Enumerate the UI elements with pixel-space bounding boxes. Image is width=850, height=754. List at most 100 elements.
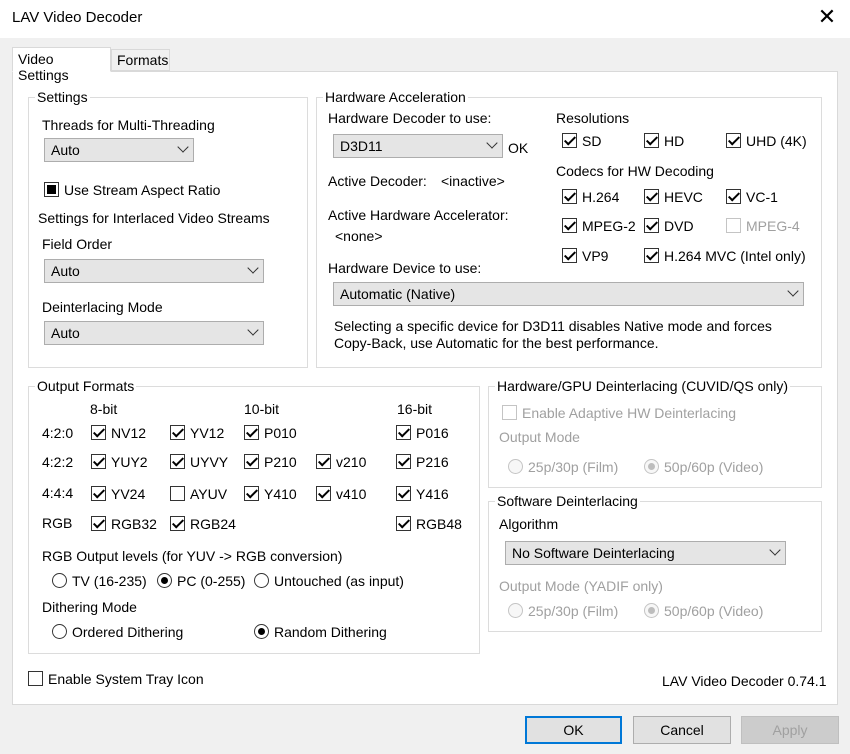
hw-device-select[interactable]: Automatic (Native) [333,282,804,306]
tab-video-settings[interactable]: Video Settings [12,47,111,83]
yuy2-checkbox[interactable] [91,454,106,469]
deinterlacing-mode-select[interactable]: Auto [44,321,264,345]
sw-film-label: 25p/30p (Film) [528,603,619,619]
pc-radio[interactable] [157,573,172,588]
untouched-label: Untouched (as input) [274,573,404,589]
p216-checkbox[interactable] [396,454,411,469]
field-order-select[interactable]: Auto [44,259,264,283]
y410-checkbox[interactable] [244,486,259,501]
tab-formats[interactable]: Formats [111,49,170,71]
tray-icon-checkbox[interactable] [28,671,43,686]
col-8bit-label: 8-bit [90,401,118,417]
hw-film-radio[interactable] [508,459,523,474]
sw-video-radio[interactable] [644,603,659,618]
codec-h264-label: H.264 [582,189,620,205]
ayuv-checkbox[interactable] [170,486,185,501]
yv24-label: YV24 [111,486,146,502]
codec-mpeg2-label: MPEG-2 [582,218,636,234]
active-decoder-label: Active Decoder: [328,173,427,189]
ok-button[interactable]: OK [525,716,622,744]
random-dither-radio[interactable] [254,624,269,639]
row-444-label: 4:4:4 [42,485,74,501]
res-hd-label: HD [664,133,685,149]
resolutions-label: Resolutions [556,110,630,126]
v210-checkbox[interactable] [316,454,331,469]
col-16bit-label: 16-bit [397,401,433,417]
random-dither-label: Random Dithering [274,624,387,640]
codec-mpeg2-checkbox[interactable] [562,218,577,233]
uyvy-label: UYVY [190,454,229,470]
rgb32-label: RGB32 [111,516,157,532]
hw-decoder-label: Hardware Decoder to use: [328,110,492,126]
hw-output-mode-label: Output Mode [499,429,580,445]
res-sd-checkbox[interactable] [562,133,577,148]
row-rgb-label: RGB [42,515,73,531]
deinterlacing-mode-label: Deinterlacing Mode [42,299,163,315]
p016-label: P016 [416,425,449,441]
codec-dvd-checkbox[interactable] [644,218,659,233]
codec-vp9-checkbox[interactable] [562,248,577,263]
sw-deint-group-label: Software Deinterlacing [495,493,640,509]
stream-aspect-label: Use Stream Aspect Ratio [64,182,221,198]
hw-film-label: 25p/30p (Film) [528,459,619,475]
v410-checkbox[interactable] [316,486,331,501]
chevron-down-icon [247,262,259,274]
active-accel-value: <none> [335,228,383,244]
codec-hevc-label: HEVC [664,189,703,205]
codec-dvd-label: DVD [664,218,694,234]
rgb48-checkbox[interactable] [396,516,411,531]
algorithm-select[interactable]: No Software Deinterlacing [505,541,786,565]
codec-mpeg4-checkbox[interactable] [726,218,741,233]
cancel-button[interactable]: Cancel [633,716,731,744]
res-hd-checkbox[interactable] [644,133,659,148]
hw-accel-group-label: Hardware Acceleration [323,89,468,105]
rgb24-label: RGB24 [190,516,236,532]
nv12-checkbox[interactable] [91,425,106,440]
p210-label: P210 [264,454,297,470]
p210-checkbox[interactable] [244,454,259,469]
chevron-down-icon [247,324,259,336]
codec-h264mvc-checkbox[interactable] [644,248,659,263]
hw-decoder-select[interactable]: D3D11 [333,134,503,158]
row-420-label: 4:2:0 [42,425,74,441]
p010-checkbox[interactable] [244,425,259,440]
uyvy-checkbox[interactable] [170,454,185,469]
col-10bit-label: 10-bit [244,401,280,417]
y416-checkbox[interactable] [396,486,411,501]
yv24-checkbox[interactable] [91,486,106,501]
hw-video-radio[interactable] [644,459,659,474]
field-order-value: Auto [51,263,80,279]
yv12-checkbox[interactable] [170,425,185,440]
adaptive-hw-deint-checkbox[interactable] [502,405,517,420]
apply-button[interactable]: Apply [741,716,839,744]
rgb48-label: RGB48 [416,516,462,532]
codec-h264mvc-label: H.264 MVC (Intel only) [664,248,806,264]
codec-vc1-checkbox[interactable] [726,189,741,204]
threads-select-value: Auto [51,142,80,158]
ayuv-label: AYUV [190,486,228,502]
rgb32-checkbox[interactable] [91,516,106,531]
adaptive-hw-deint-label: Enable Adaptive HW Deinterlacing [522,405,737,421]
codec-hevc-checkbox[interactable] [644,189,659,204]
ordered-dither-radio[interactable] [52,624,67,639]
tray-icon-label: Enable System Tray Icon [48,671,204,687]
tv-radio[interactable] [52,573,67,588]
codec-mpeg4-label: MPEG-4 [746,218,800,234]
ordered-dither-label: Ordered Dithering [72,624,184,640]
res-uhd-checkbox[interactable] [726,133,741,148]
p016-checkbox[interactable] [396,425,411,440]
v410-label: v410 [336,486,367,502]
algorithm-value: No Software Deinterlacing [512,545,675,561]
yuy2-label: YUY2 [111,454,148,470]
output-formats-group-label: Output Formats [35,378,137,394]
codec-h264-checkbox[interactable] [562,189,577,204]
stream-aspect-checkbox[interactable] [44,182,59,197]
untouched-radio[interactable] [254,573,269,588]
tv-label: TV (16-235) [72,573,147,589]
threads-select[interactable]: Auto [44,138,194,162]
rgb24-checkbox[interactable] [170,516,185,531]
chevron-down-icon [486,137,498,149]
sw-film-radio[interactable] [508,603,523,618]
hw-note-line2: Copy-Back, use Automatic for the best pe… [334,335,659,351]
close-icon[interactable]: ✕ [816,6,838,28]
